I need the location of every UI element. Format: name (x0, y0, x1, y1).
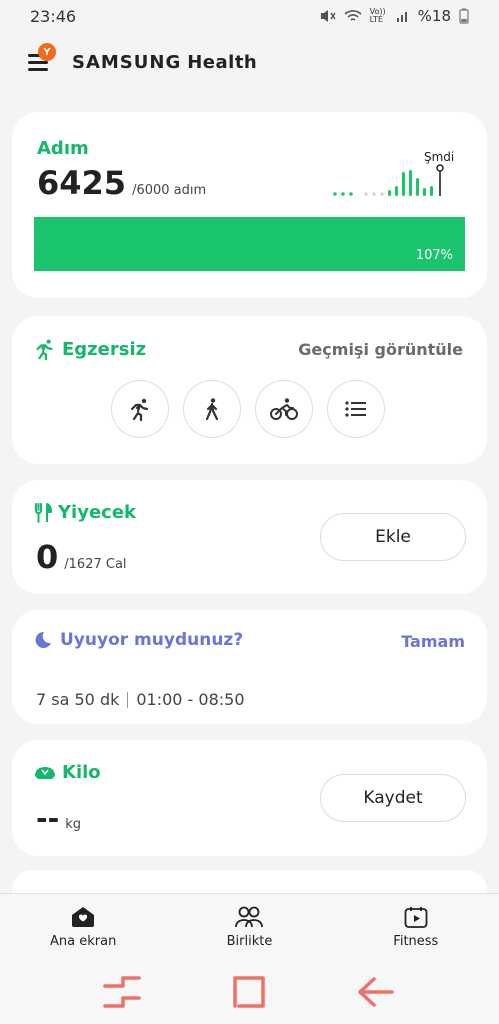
add-food-button[interactable]: Ekle (320, 513, 466, 561)
cycling-button[interactable] (255, 380, 313, 438)
status-time: 23:46 (30, 6, 77, 26)
food-title: Yiyecek (58, 502, 136, 523)
sleep-time-range: 01:00 - 08:50 (136, 690, 245, 709)
sleep-duration: 7 sa 50 dk (36, 690, 120, 709)
recent-apps-icon (103, 975, 141, 1008)
walking-icon (205, 398, 219, 421)
moon-icon (35, 631, 51, 648)
chart-bar (423, 188, 426, 196)
battery-percent: %18 (417, 7, 451, 25)
food-value-row: 0 /1627 Cal (36, 538, 127, 576)
sleep-header: Uyuyor muydunuz? (34, 630, 243, 650)
mute-icon (320, 10, 336, 22)
nav-fitness[interactable]: Fitness (346, 894, 486, 963)
exercise-card[interactable]: Egzersiz Geçmişi görüntüle (12, 316, 487, 464)
back-arrow-icon (358, 976, 394, 1007)
save-weight-button[interactable]: Kaydet (320, 774, 466, 822)
food-card[interactable]: Yiyecek 0 /1627 Cal Ekle (12, 480, 487, 594)
back-button[interactable] (356, 974, 396, 1014)
food-calories: 0 (36, 538, 59, 576)
weight-value-row: -- kg (36, 802, 81, 835)
fork-knife-icon (35, 502, 52, 523)
food-header: Yiyecek (34, 502, 136, 523)
now-marker (436, 164, 444, 172)
chart-bar (402, 172, 405, 196)
steps-count: 6425 (37, 164, 127, 202)
sleep-question: Uyuyor muydunuz? (60, 630, 244, 650)
weight-card[interactable]: Kilo -- kg Kaydet (12, 740, 487, 856)
nav-home[interactable]: Ana ekran (13, 894, 153, 963)
app-bar: Y SAMSUNG Health (0, 40, 499, 84)
steps-title: Adım (37, 138, 89, 159)
chart-dot (341, 192, 345, 196)
food-target: /1627 Cal (64, 557, 127, 572)
steps-hourly-chart (333, 164, 444, 196)
home-square-icon (233, 975, 266, 1008)
chart-bar (409, 170, 412, 196)
nav-home-label: Ana ekran (50, 934, 117, 949)
cycling-icon (270, 398, 298, 420)
running-icon (130, 398, 149, 421)
steps-progress-bar: 107% (34, 217, 465, 271)
steps-card[interactable]: Adım 6425 /6000 adım Şmdi 107% (12, 112, 487, 298)
app-logo: SAMSUNG Health (72, 52, 257, 73)
exercise-title: Egzersiz (62, 338, 147, 360)
system-navigation (0, 963, 499, 1024)
more-exercises-button[interactable] (327, 380, 385, 438)
home-icon (72, 907, 95, 927)
chart-dot (380, 192, 384, 196)
menu-icon-line (28, 61, 48, 64)
steps-target: /6000 adım (132, 183, 207, 198)
exercise-header: Egzersiz (34, 338, 146, 360)
chart-dot (364, 192, 368, 196)
view-history-link[interactable]: Geçmişi görüntüle (298, 340, 463, 359)
steps-value-row: 6425 /6000 adım (37, 164, 206, 202)
running-icon (36, 339, 53, 360)
fitness-icon (404, 907, 428, 928)
battery-icon (459, 8, 469, 24)
sleep-detail: 7 sa 50 dk 01:00 - 08:50 (36, 690, 245, 709)
walking-button[interactable] (183, 380, 241, 438)
nav-together-label: Birlikte (226, 934, 273, 949)
weight-unit: kg (65, 817, 82, 832)
scale-icon (35, 766, 55, 779)
menu-icon-line (28, 68, 48, 71)
status-icons: Vo)) LTE %18 (320, 7, 469, 25)
chart-bar (395, 186, 398, 196)
chart-bar (388, 190, 391, 196)
home-button[interactable] (229, 972, 269, 1016)
notification-badge: Y (38, 43, 56, 61)
brand-name: SAMSUNG (72, 51, 182, 73)
confirm-sleep-button[interactable]: Tamam (401, 632, 465, 651)
wifi-icon (344, 10, 362, 21)
weight-value: -- (36, 802, 60, 835)
nav-fitness-label: Fitness (393, 934, 439, 949)
divider (127, 691, 129, 708)
brand-suffix: Health (187, 51, 258, 73)
weight-title: Kilo (62, 762, 101, 783)
menu-button[interactable]: Y (28, 43, 56, 72)
people-icon (235, 906, 264, 928)
chart-bar (430, 186, 433, 196)
signal-icon (396, 12, 407, 22)
chart-bar (416, 178, 419, 196)
sleep-card[interactable]: Uyuyor muydunuz? Tamam 7 sa 50 dk 01:00 … (12, 610, 487, 724)
chart-dot (349, 192, 353, 196)
recent-apps-button[interactable] (103, 974, 143, 1014)
chart-dot (372, 192, 376, 196)
list-icon (345, 401, 366, 417)
steps-progress-label: 107% (415, 248, 453, 263)
running-button[interactable] (111, 380, 169, 438)
weight-header: Kilo (34, 762, 101, 783)
bottom-navigation: Ana ekran Birlikte Fitness (0, 893, 499, 963)
nav-together[interactable]: Birlikte (179, 894, 319, 963)
status-bar: 23:46 Vo)) LTE %18 (0, 0, 499, 32)
exercise-quick-buttons (111, 380, 385, 438)
chart-dot (333, 192, 337, 196)
network-label: Vo)) LTE (369, 7, 386, 24)
